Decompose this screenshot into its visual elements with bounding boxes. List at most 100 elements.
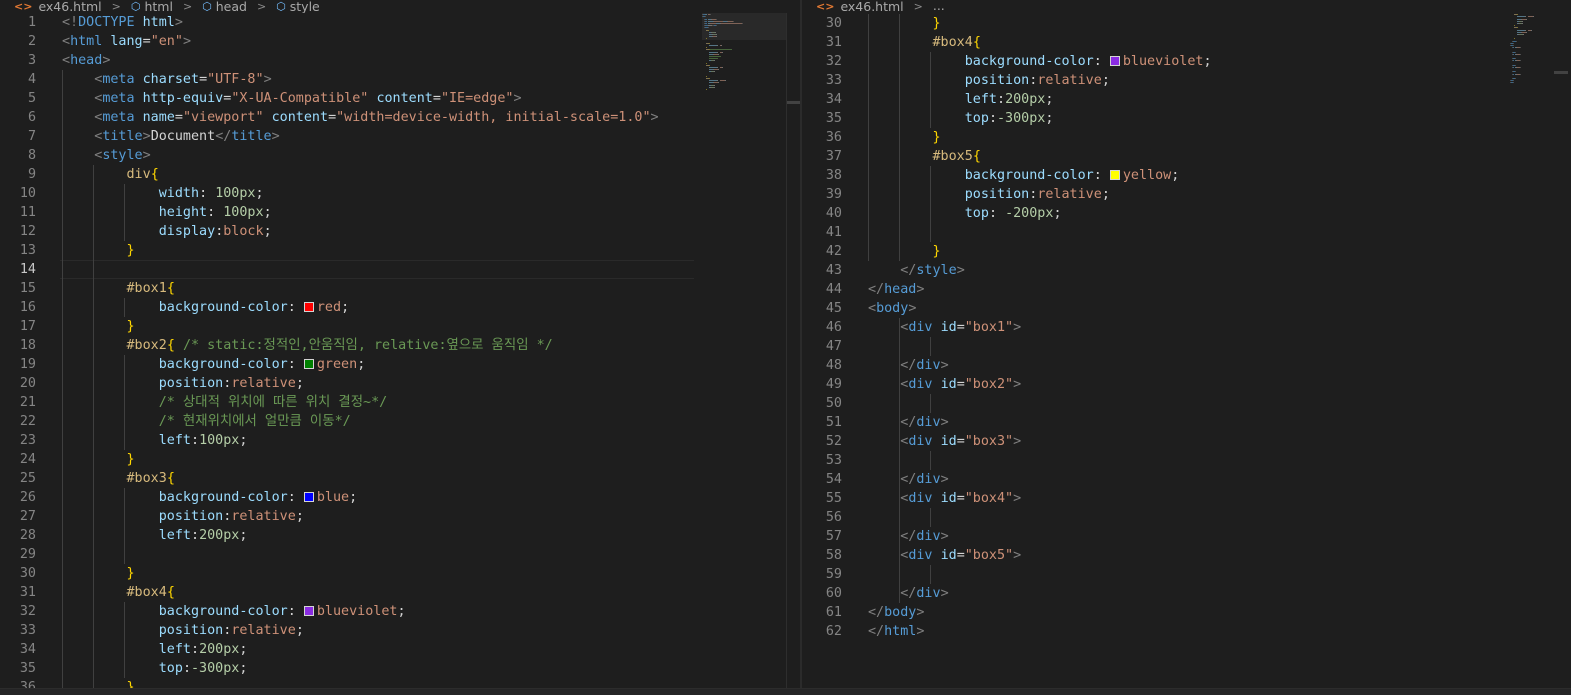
code-line[interactable]: 11 height: 100px; xyxy=(0,203,800,222)
code-line[interactable]: 5 <meta http-equiv="X-UA-Compatible" con… xyxy=(0,89,800,108)
line-number[interactable]: 49 xyxy=(802,375,842,394)
code-line[interactable]: 33 position:relative; xyxy=(0,621,800,640)
code-line[interactable]: 62 </html> xyxy=(802,622,1571,641)
code-line[interactable]: 38 background-color: yellow; xyxy=(802,166,1571,185)
code-editor-right[interactable]: 30 } 31 #box4{32 background-color: bluevi… xyxy=(802,14,1571,641)
line-number[interactable]: 40 xyxy=(802,204,842,223)
line-number[interactable]: 23 xyxy=(0,431,36,450)
code-line[interactable]: 53 xyxy=(802,451,1571,470)
line-number[interactable]: 46 xyxy=(802,318,842,337)
line-number[interactable]: 8 xyxy=(0,146,36,165)
line-number[interactable]: 4 xyxy=(0,70,36,89)
code-line[interactable]: 16 background-color: red; xyxy=(0,298,800,317)
line-number[interactable]: 27 xyxy=(0,507,36,526)
line-number[interactable]: 2 xyxy=(0,32,36,51)
line-number[interactable]: 58 xyxy=(802,546,842,565)
line-number[interactable]: 12 xyxy=(0,222,36,241)
line-number[interactable]: 35 xyxy=(0,659,36,678)
code-line[interactable]: 52 <div id="box3"> xyxy=(802,432,1571,451)
code-line[interactable]: 54 </div> xyxy=(802,470,1571,489)
code-line[interactable]: 43 </style> xyxy=(802,261,1571,280)
line-number[interactable]: 14 xyxy=(0,260,36,279)
line-number[interactable]: 48 xyxy=(802,356,842,375)
code-line[interactable]: 48 </div> xyxy=(802,356,1571,375)
code-line[interactable]: 25 #box3{ xyxy=(0,469,800,488)
line-number[interactable]: 7 xyxy=(0,127,36,146)
line-number[interactable]: 35 xyxy=(802,109,842,128)
line-number[interactable]: 3 xyxy=(0,51,36,70)
code-line[interactable]: 55 <div id="box4"> xyxy=(802,489,1571,508)
code-line[interactable]: 45 <body> xyxy=(802,299,1571,318)
code-line[interactable]: 23 left:100px; xyxy=(0,431,800,450)
line-number[interactable]: 41 xyxy=(802,223,842,242)
color-swatch[interactable] xyxy=(303,302,314,312)
code-line[interactable]: 40 top: -200px; xyxy=(802,204,1571,223)
line-number[interactable]: 45 xyxy=(802,299,842,318)
code-line[interactable]: 31 #box4{ xyxy=(802,33,1571,52)
code-line[interactable]: 39 position:relative; xyxy=(802,185,1571,204)
line-number[interactable]: 50 xyxy=(802,394,842,413)
code-line[interactable]: 35 top:-300px; xyxy=(802,109,1571,128)
line-number[interactable]: 32 xyxy=(0,602,36,621)
line-number[interactable]: 52 xyxy=(802,432,842,451)
line-number[interactable]: 39 xyxy=(802,185,842,204)
color-swatch[interactable] xyxy=(303,359,314,369)
line-number[interactable]: 16 xyxy=(0,298,36,317)
line-number[interactable]: 53 xyxy=(802,451,842,470)
code-line[interactable]: 49 <div id="box2"> xyxy=(802,375,1571,394)
line-number[interactable]: 57 xyxy=(802,527,842,546)
scrollbar-thumb[interactable] xyxy=(787,101,800,104)
code-line[interactable]: 36 } xyxy=(802,128,1571,147)
color-swatch[interactable] xyxy=(1109,170,1120,180)
line-number[interactable]: 32 xyxy=(802,52,842,71)
code-line[interactable]: 58 <div id="box5"> xyxy=(802,546,1571,565)
code-line[interactable]: 10 width: 100px; xyxy=(0,184,800,203)
code-line[interactable]: 14 xyxy=(0,260,800,279)
line-number[interactable]: 31 xyxy=(802,33,842,52)
code-line[interactable]: 30 } xyxy=(802,14,1571,33)
code-line[interactable]: 26 background-color: blue; xyxy=(0,488,800,507)
line-number[interactable]: 59 xyxy=(802,565,842,584)
code-line[interactable]: 2 <html lang="en"> xyxy=(0,32,800,51)
code-line[interactable]: 22 /* 현재위치에서 얼만큼 이동*/ xyxy=(0,412,800,431)
line-number[interactable]: 15 xyxy=(0,279,36,298)
code-line[interactable]: 32 background-color: blueviolet; xyxy=(0,602,800,621)
line-number[interactable]: 19 xyxy=(0,355,36,374)
line-number[interactable]: 29 xyxy=(0,545,36,564)
line-number[interactable]: 11 xyxy=(0,203,36,222)
line-number[interactable]: 30 xyxy=(0,564,36,583)
code-line[interactable]: 7 <title>Document</title> xyxy=(0,127,800,146)
breadcrumb-file[interactable]: <> ex46.html xyxy=(802,0,904,13)
line-number[interactable]: 51 xyxy=(802,413,842,432)
code-line[interactable]: 21 /* 상대적 위치에 따른 위치 결정~*/ xyxy=(0,393,800,412)
line-number[interactable]: 37 xyxy=(802,147,842,166)
code-line[interactable]: 20 position:relative; xyxy=(0,374,800,393)
code-line[interactable]: 47 xyxy=(802,337,1571,356)
code-line[interactable]: 9 div{ xyxy=(0,165,800,184)
code-line[interactable]: 57 </div> xyxy=(802,527,1571,546)
vertical-scrollbar[interactable] xyxy=(1554,13,1568,695)
code-line[interactable]: 32 background-color: blueviolet; xyxy=(802,52,1571,71)
code-line[interactable]: 50 xyxy=(802,394,1571,413)
line-number[interactable]: 18 xyxy=(0,336,36,355)
code-line[interactable]: 15 #box1{ xyxy=(0,279,800,298)
line-number[interactable]: 5 xyxy=(0,89,36,108)
code-line[interactable]: 29 xyxy=(0,545,800,564)
line-number[interactable]: 21 xyxy=(0,393,36,412)
line-number[interactable]: 42 xyxy=(802,242,842,261)
code-line[interactable]: 18 #box2{ /* static:정적인,안움직임, relative:옆… xyxy=(0,336,800,355)
breadcrumb-item-style[interactable]: ⬡ style xyxy=(276,0,320,13)
line-number[interactable]: 44 xyxy=(802,280,842,299)
code-line[interactable]: 60 </div> xyxy=(802,584,1571,603)
code-line[interactable]: 44 </head> xyxy=(802,280,1571,299)
breadcrumb-file[interactable]: <> ex46.html xyxy=(0,0,102,13)
line-number[interactable]: 43 xyxy=(802,261,842,280)
code-line[interactable]: 30 } xyxy=(0,564,800,583)
color-swatch[interactable] xyxy=(303,606,314,616)
code-line[interactable]: 12 display:block; xyxy=(0,222,800,241)
line-number[interactable]: 56 xyxy=(802,508,842,527)
line-number[interactable]: 30 xyxy=(802,14,842,33)
minimap-left[interactable] xyxy=(702,12,784,142)
code-line[interactable]: 3 <head> xyxy=(0,51,800,70)
breadcrumb-item-head[interactable]: ⬡ head xyxy=(202,0,247,13)
